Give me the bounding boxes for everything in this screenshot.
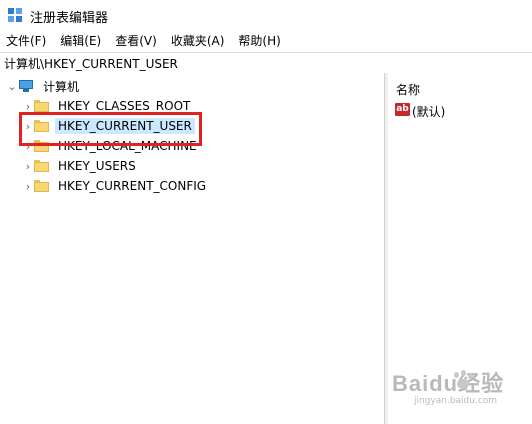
menu-bar: 文件(F) 编辑(E) 查看(V) 收藏夹(A) 帮助(H) — [0, 30, 532, 52]
chevron-right-icon[interactable]: › — [22, 160, 34, 173]
watermark-logo: Baidu经验 — [392, 371, 505, 396]
tree-node-hkey-users[interactable]: › HKEY_USERS — [22, 156, 139, 176]
menu-favorites[interactable]: 收藏夹(A) — [164, 30, 232, 52]
column-header-name[interactable]: 名称 — [396, 81, 420, 98]
computer-icon — [18, 80, 34, 92]
regedit-app-icon — [8, 8, 22, 22]
chevron-down-icon[interactable]: ⌄ — [6, 80, 18, 93]
tree-node-label: 计算机 — [43, 79, 80, 94]
tree-node-hkey-current-config[interactable]: › HKEY_CURRENT_CONFIG — [22, 176, 209, 196]
chevron-right-icon[interactable]: › — [22, 180, 34, 193]
baidu-watermark: Baidu经验 jingyan.baidu.com — [392, 366, 524, 410]
tree-node-computer[interactable]: ⌄ 计算机 — [6, 76, 82, 96]
watermark-url: jingyan.baidu.com — [414, 396, 498, 406]
value-row-name[interactable]: (默认) — [412, 103, 445, 120]
paw-icon — [452, 370, 474, 390]
menu-help[interactable]: 帮助(H) — [231, 30, 287, 52]
folder-icon — [34, 180, 49, 192]
menu-file[interactable]: 文件(F) — [0, 30, 53, 52]
string-value-icon: ab — [395, 103, 410, 116]
menu-edit[interactable]: 编辑(E) — [53, 30, 108, 52]
tree-node-label: HKEY_CURRENT_CONFIG — [58, 179, 207, 193]
annotation-highlight-box — [19, 112, 202, 146]
folder-icon — [34, 100, 49, 112]
window-title: 注册表编辑器 — [30, 11, 109, 26]
menu-view[interactable]: 查看(V) — [108, 30, 164, 52]
chevron-right-icon[interactable]: › — [22, 100, 34, 113]
title-bar: 注册表编辑器 — [0, 0, 532, 30]
folder-icon — [34, 160, 49, 172]
address-bar[interactable]: 计算机\HKEY_CURRENT_USER — [0, 52, 532, 74]
address-path[interactable]: 计算机\HKEY_CURRENT_USER — [4, 55, 178, 72]
tree-node-label: HKEY_USERS — [58, 159, 136, 173]
